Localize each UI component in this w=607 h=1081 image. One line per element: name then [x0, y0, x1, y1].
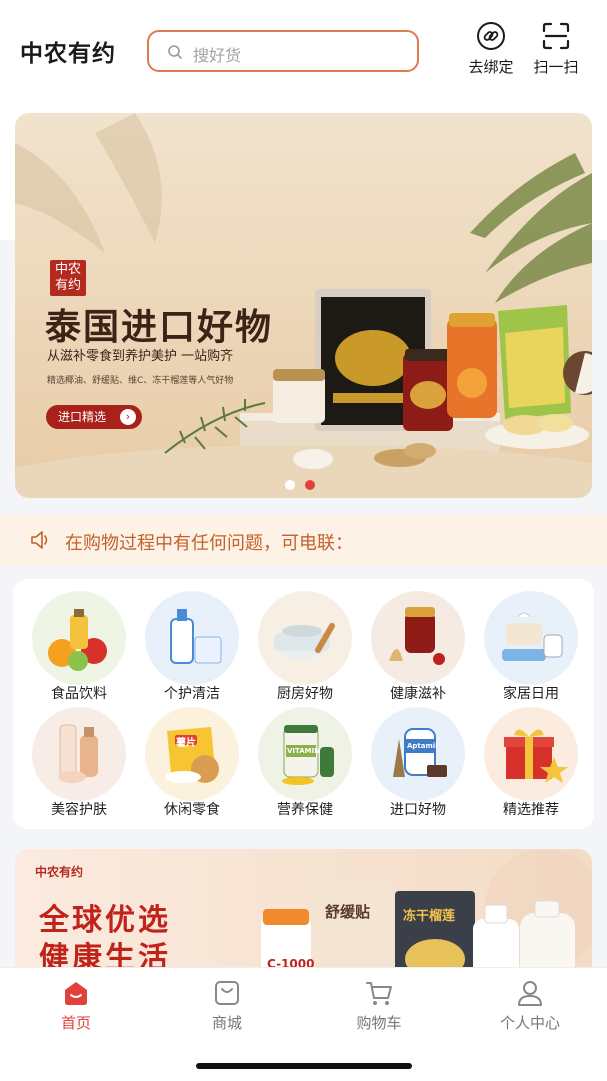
category-label: 精选推荐 [503, 802, 559, 818]
search-placeholder: 搜好货 [193, 46, 242, 65]
stamp-line-1: 中农 [54, 262, 81, 277]
tab-home[interactable]: 首页 [26, 978, 126, 1033]
category-item[interactable]: 厨房好物 [255, 591, 355, 709]
tab-cart[interactable]: 购物车 [329, 978, 429, 1033]
header: 中农有约 搜好货 去绑定 扫一扫 [0, 0, 607, 100]
arrow-right-icon: › [120, 409, 136, 425]
search-input[interactable]: 搜好货 [147, 30, 419, 72]
banner-brand-stamp: 中农 有约 [50, 260, 86, 296]
promo-banner-carousel[interactable]: 中农 有约 泰国进口好物 从滋补零食到养护美护 一站购齐 精选椰油、舒缓贴、维C… [15, 113, 592, 498]
carousel-dot[interactable] [285, 480, 295, 490]
snack-icon: 薯片 [145, 707, 239, 801]
category-label: 美容护肤 [51, 802, 107, 818]
imported-goods-icon: Aptamil [371, 707, 465, 801]
gift-box-icon [484, 707, 578, 801]
category-grid: 食品饮料 个护清洁 厨房好物 健康滋补 家居日用美容护肤 薯片休闲零食 VITAMIN 营养保… [13, 579, 594, 829]
fruit-drink-icon [32, 591, 126, 685]
tab-shop-label: 商城 [211, 1014, 242, 1032]
banner-title: 泰国进口好物 [45, 306, 274, 348]
tab-shop[interactable]: 商城 [177, 978, 277, 1033]
user-icon [518, 981, 542, 1006]
household-icon [484, 591, 578, 685]
promo-patch-label: 舒缓贴 [325, 903, 371, 921]
notice-bar: 在购物过程中有任何问题，可电联： [0, 514, 607, 566]
link-icon [477, 22, 505, 50]
home-icon [65, 982, 87, 1005]
carousel-indicator [285, 475, 325, 494]
banner-cta-button[interactable]: 进口精选 › [46, 405, 142, 429]
home-indicator [196, 1063, 412, 1069]
category-label: 进口好物 [390, 802, 446, 818]
tab-home-label: 首页 [60, 1014, 91, 1032]
scan-button[interactable]: 扫一扫 [520, 20, 592, 80]
notice-text: 在购物过程中有任何问题，可电联： [65, 533, 353, 554]
banner-subtitle: 从滋补零食到养护美护 一站购齐 [47, 349, 234, 364]
category-label: 营养保健 [277, 802, 333, 818]
banner-cta-label: 进口精选 [58, 410, 107, 424]
vitamin-icon: VITAMIN [258, 707, 352, 801]
bind-label: 去绑定 [468, 58, 514, 76]
category-item[interactable]: 健康滋补 [368, 591, 468, 709]
speaker-icon [31, 531, 48, 549]
tab-cart-label: 购物车 [356, 1014, 402, 1032]
tab-profile[interactable]: 个人中心 [480, 978, 580, 1033]
category-label: 健康滋补 [390, 686, 446, 702]
stamp-line-2: 有约 [54, 278, 81, 293]
search-icon [168, 45, 182, 59]
tab-profile-label: 个人中心 [499, 1014, 560, 1032]
category-label: 个护清洁 [164, 686, 220, 702]
category-item[interactable]: 个护清洁 [142, 591, 242, 709]
category-label: 家居日用 [503, 686, 559, 702]
category-product-text: Aptamil [407, 742, 438, 750]
personal-care-icon [145, 591, 239, 685]
category-item[interactable]: 精选推荐 [481, 707, 581, 825]
ginseng-tonic-icon [371, 591, 465, 685]
category-label: 食品饮料 [51, 686, 107, 702]
category-item[interactable]: Aptamil 进口好物 [368, 707, 468, 825]
category-item[interactable]: 美容护肤 [29, 707, 129, 825]
category-item[interactable]: VITAMIN 营养保健 [255, 707, 355, 825]
banner-description: 精选椰油、舒缓贴、维C、冻干榴莲等人气好物 [47, 376, 234, 386]
promo-brand: 中农有约 [35, 865, 84, 879]
carousel-dot-active[interactable] [305, 480, 315, 490]
bind-button[interactable]: 去绑定 [455, 20, 527, 80]
category-label: 厨房好物 [277, 686, 333, 702]
category-item[interactable]: 薯片休闲零食 [142, 707, 242, 825]
category-item[interactable]: 家居日用 [481, 591, 581, 709]
cookware-icon [258, 591, 352, 685]
shop-bag-icon [215, 981, 239, 1005]
category-item[interactable]: 食品饮料 [29, 591, 129, 709]
category-label: 休闲零食 [164, 802, 220, 818]
scan-label: 扫一扫 [533, 58, 579, 76]
cart-icon [366, 982, 392, 1005]
scan-icon [542, 22, 570, 50]
category-product-text: 薯片 [176, 738, 196, 749]
category-product-text: VITAMIN [287, 747, 321, 755]
skincare-icon [32, 707, 126, 801]
app-title: 中农有约 [20, 41, 116, 67]
promo-durian-label: 冻干榴莲 [403, 909, 456, 924]
